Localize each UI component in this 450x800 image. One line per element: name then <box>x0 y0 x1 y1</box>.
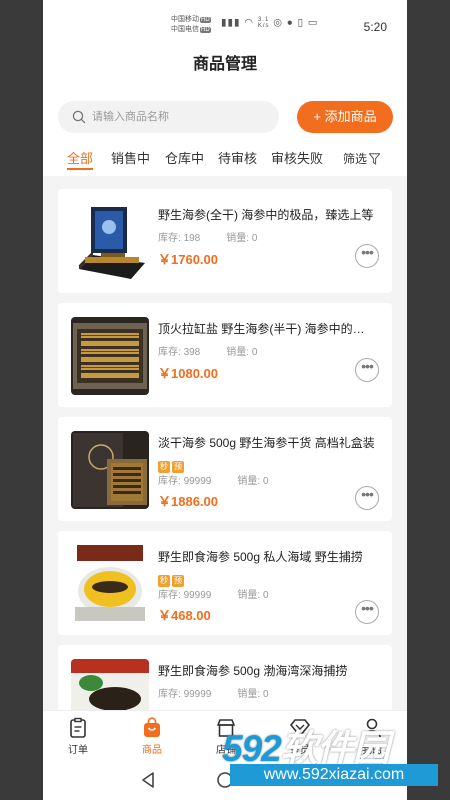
product-name: 顶火拉缸盐 野生海参(半干) 海参中的精品 <box>158 322 376 336</box>
carrier-1: 中国移动 <box>171 16 199 23</box>
wifi-icon: ◠ <box>244 17 255 29</box>
product-image <box>71 431 149 509</box>
tab-all[interactable]: 全部 <box>67 148 94 170</box>
product-stats: 库存: 99999 销量: 0 <box>158 689 269 700</box>
message-icon: ● <box>286 17 294 29</box>
page-header: 商品管理 <box>43 40 407 90</box>
product-name: 淡干海参 500g 野生海参干货 高档礼盒装 <box>158 436 375 450</box>
status-icons: ▮▮▮ ◠ 3.1 K/s ◎ ● ▯ ▭ <box>221 17 318 29</box>
search-icon <box>72 110 86 124</box>
watermark-url: www.592xiazai.com <box>230 764 438 786</box>
search-input[interactable] <box>92 101 272 133</box>
product-stats: 库存: 398 销量: 0 <box>158 347 258 358</box>
vibrate-icon: ▯ <box>297 17 305 29</box>
product-price: ￥1080.00 <box>158 366 218 381</box>
product-card[interactable]: 野生即食海参 500g 私人海域 野生捕捞 秒预 库存: 99999 销量: 0 … <box>58 531 392 635</box>
nav-orders[interactable]: 订单 <box>53 717 103 756</box>
carrier-info: 中国移动 HD 中国电信 HD <box>171 16 211 33</box>
carrier-2: 中国电信 <box>171 26 199 33</box>
filter-label: 筛选 <box>343 152 368 166</box>
nav-products-label: 商品 <box>142 745 162 756</box>
product-image <box>71 545 149 623</box>
search-row: + 添加商品 <box>43 90 407 142</box>
product-name: 野生即食海参 500g 私人海域 野生捕捞 <box>158 550 363 564</box>
nav-products[interactable]: 商品 <box>127 717 177 756</box>
clock: 5:20 <box>363 20 387 34</box>
phone-screen: 中国移动 HD 中国电信 HD ▮▮▮ ◠ 3.1 K/s ◎ ● ▯ ▭ 5:20 … <box>43 0 407 800</box>
filter-icon <box>368 153 381 165</box>
battery-icon: ▭ <box>307 17 319 29</box>
status-tabs: 全部 销售中 仓库中 待审核 审核失败 筛选 <box>43 142 407 176</box>
product-name: 野生即食海参 500g 渤海湾深海捕捞 <box>158 664 348 678</box>
page-title: 商品管理 <box>192 56 257 73</box>
product-price: ￥1760.00 <box>158 252 218 267</box>
signal-icon: ▮▮▮ <box>221 17 241 29</box>
product-card[interactable]: 淡干海参 500g 野生海参干货 高档礼盒装 秒预 库存: 99999 销量: 0… <box>58 417 392 521</box>
tab-pending-review[interactable]: 待审核 <box>218 148 257 167</box>
nav-orders-label: 订单 <box>68 745 88 756</box>
more-options-button[interactable]: ••• <box>355 486 379 510</box>
product-image <box>71 317 149 395</box>
order-icon <box>70 717 86 738</box>
product-price: ￥468.00 <box>158 608 211 623</box>
product-card[interactable]: 顶火拉缸盐 野生海参(半干) 海参中的精品 库存: 398 销量: 0 ￥1080… <box>58 303 392 407</box>
tab-review-failed[interactable]: 审核失败 <box>271 148 323 167</box>
tab-in-warehouse[interactable]: 仓库中 <box>165 148 204 167</box>
more-options-button[interactable]: ••• <box>355 358 379 382</box>
add-product-button[interactable]: + 添加商品 <box>297 101 393 133</box>
product-card[interactable]: 野生海参(全干) 海参中的极品，臻选上等 库存: 198 销量: 0 ￥1760.… <box>58 189 392 293</box>
back-icon[interactable] <box>140 771 156 789</box>
status-bar: 中国移动 HD 中国电信 HD ▮▮▮ ◠ 3.1 K/s ◎ ● ▯ ▭ 5:20 <box>43 0 407 40</box>
product-stats: 库存: 99999 销量: 0 <box>158 476 269 487</box>
product-price: ￥1886.00 <box>158 494 218 509</box>
tab-on-sale[interactable]: 销售中 <box>111 148 150 167</box>
lock-icon: ◎ <box>273 17 283 29</box>
search-box[interactable] <box>58 101 279 133</box>
watermark: 592软件园 www.592xiazai.com <box>222 718 440 792</box>
more-options-button[interactable]: ••• <box>355 600 379 624</box>
network-speed: 3.1 K/s <box>257 17 270 29</box>
product-name: 野生海参(全干) 海参中的极品，臻选上等 <box>158 208 374 222</box>
more-options-button[interactable]: ••• <box>355 244 379 268</box>
product-stats: 库存: 99999 销量: 0 <box>158 590 269 601</box>
product-stats: 库存: 198 销量: 0 <box>158 233 258 244</box>
product-image <box>71 203 149 281</box>
filter-button[interactable]: 筛选 <box>343 150 381 167</box>
bag-icon <box>144 717 160 737</box>
